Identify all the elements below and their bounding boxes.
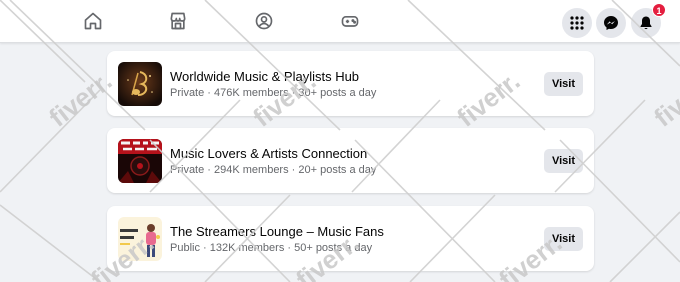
- visit-button[interactable]: Visit: [544, 149, 583, 173]
- group-thumbnail: [118, 217, 162, 261]
- marketplace-icon[interactable]: [165, 8, 191, 34]
- group-meta: Private · 476K members · 30+ posts a day: [170, 87, 377, 99]
- visit-button[interactable]: Visit: [544, 72, 583, 96]
- gaming-icon[interactable]: [337, 8, 363, 34]
- watermark-text: fiverr.: [648, 65, 680, 132]
- group-card[interactable]: Worldwide Music & Playlists Hub Private …: [107, 51, 594, 116]
- group-name[interactable]: Worldwide Music & Playlists Hub: [170, 69, 359, 84]
- group-name[interactable]: Music Lovers & Artists Connection: [170, 146, 367, 161]
- menu-button[interactable]: [562, 8, 592, 38]
- group-name[interactable]: The Streamers Lounge – Music Fans: [170, 224, 384, 239]
- notifications-icon: [640, 16, 652, 30]
- top-navigation-bar: 1: [0, 0, 680, 43]
- group-card[interactable]: The Streamers Lounge – Music Fans Public…: [107, 206, 594, 271]
- messenger-button[interactable]: [596, 8, 626, 38]
- menu-grid-icon: [570, 16, 584, 30]
- messenger-icon: [604, 16, 618, 30]
- visit-button[interactable]: Visit: [544, 227, 583, 251]
- group-meta: Public · 132K members · 50+ posts a day: [170, 242, 373, 254]
- groups-icon[interactable]: [251, 8, 277, 34]
- group-meta: Private · 294K members · 20+ posts a day: [170, 164, 377, 176]
- home-icon[interactable]: [80, 8, 106, 34]
- group-thumbnail: [118, 139, 162, 183]
- notifications-button[interactable]: 1: [631, 3, 666, 38]
- group-thumbnail: [118, 62, 162, 106]
- group-card[interactable]: Music Lovers & Artists Connection Privat…: [107, 128, 594, 193]
- notification-badge: 1: [652, 3, 666, 17]
